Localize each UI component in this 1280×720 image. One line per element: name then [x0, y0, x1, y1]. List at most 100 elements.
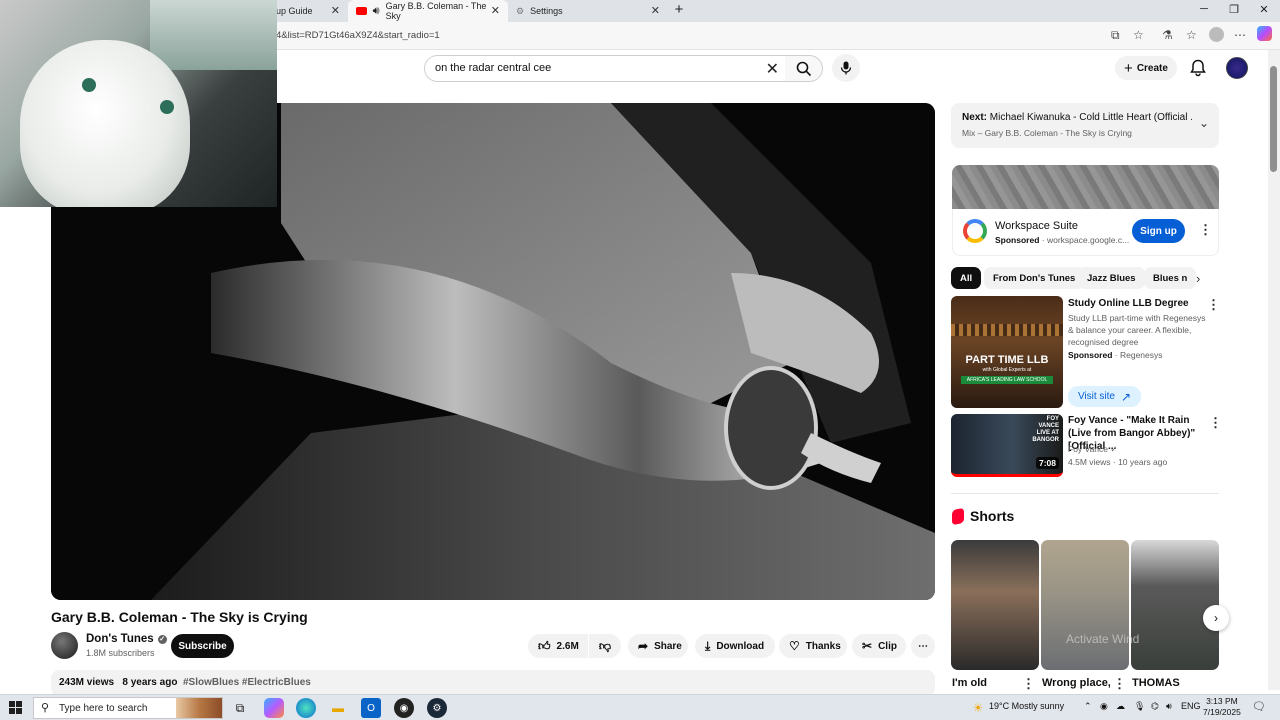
tray-app-icon[interactable]: ◉ — [1100, 701, 1108, 712]
close-window-icon[interactable]: ✕ — [1249, 3, 1279, 16]
short-title-3[interactable]: THOMAS — [1132, 677, 1180, 689]
channel-avatar[interactable] — [51, 632, 78, 659]
ad-title[interactable]: Workspace Suite — [995, 220, 1078, 232]
favorite-star-icon[interactable]: ☆ — [1133, 28, 1144, 42]
chip-from-channel[interactable]: From Don's Tunes — [984, 267, 1085, 289]
app-circle-icon[interactable]: ◉ — [394, 698, 414, 718]
ad-banner-image[interactable] — [952, 165, 1219, 209]
close-icon[interactable]: ✕ — [331, 4, 340, 17]
more-vertical-icon[interactable]: ⋮ — [1207, 297, 1220, 313]
outlook-icon[interactable]: O — [361, 698, 381, 718]
ad-card[interactable]: Workspace Suite Sponsored · workspace.go… — [952, 209, 1219, 256]
short-thumbnail-1[interactable] — [951, 540, 1039, 670]
weather-text[interactable]: 19°C Mostly sunny — [989, 701, 1064, 711]
list-item-foy-vance[interactable]: FOY VANCE LIVE AT BANGOR 7:08 Foy Vance … — [951, 414, 1222, 477]
tray-network-icon[interactable]: ⌬ — [1151, 701, 1159, 712]
speaker-icon[interactable]: 🔊︎ — [373, 5, 380, 18]
chip-blues[interactable]: Blues n — [1144, 267, 1197, 289]
short-thumbnail-2[interactable] — [1041, 540, 1129, 670]
extensions-icon[interactable]: ⚗ — [1162, 28, 1173, 42]
tab-guide[interactable]: up Guide ✕ — [268, 0, 348, 22]
shorts-next-button[interactable]: › — [1203, 605, 1229, 631]
copilot-icon[interactable] — [1257, 26, 1272, 41]
edge-browser-icon[interactable] — [296, 698, 316, 718]
reader-view-icon[interactable]: ⧉ — [1111, 28, 1120, 43]
more-actions-button[interactable]: ⋯ — [911, 634, 935, 658]
tray-volume-icon[interactable]: 🔊︎ — [1166, 701, 1172, 712]
account-avatar[interactable] — [1226, 57, 1248, 79]
rec-channel[interactable]: Foy Vance ✓ — [1068, 443, 1118, 455]
youtube-favicon-icon — [356, 7, 367, 15]
restore-icon[interactable]: ❐ — [1219, 3, 1249, 16]
address-bar-url[interactable]: 4&list=RD71Gt46aX9Z4&start_radio=1 — [276, 30, 440, 41]
hashtags[interactable]: #SlowBlues #ElectricBlues — [183, 677, 311, 688]
create-button[interactable]: + Create — [1115, 56, 1177, 80]
subscribe-button[interactable]: Subscribe — [171, 634, 234, 658]
channel-name[interactable]: Don's Tunes ✓ — [86, 633, 167, 645]
rec-meta: 4.5M views · 10 years ago — [1068, 457, 1168, 467]
more-vertical-icon[interactable]: ⋮ — [1113, 676, 1126, 692]
description-box[interactable]: 243M views 8 years ago #SlowBlues #Elect… — [51, 670, 935, 696]
chip-jazz-blues[interactable]: Jazz Blues — [1078, 267, 1145, 289]
visit-site-button[interactable]: Visit site ↗ — [1068, 386, 1141, 407]
voice-search-button[interactable] — [832, 54, 860, 82]
like-button[interactable]: 👍︎ 2.6M — [528, 634, 588, 658]
short-title-2[interactable]: Wrong place, — [1042, 677, 1111, 689]
chip-all[interactable]: All — [951, 267, 982, 289]
short-title-1[interactable]: I'm old — [952, 677, 987, 689]
foy-vance-thumbnail[interactable]: FOY VANCE LIVE AT BANGOR 7:08 — [951, 414, 1063, 477]
tray-mic-icon[interactable]: 🎙︎ — [1134, 701, 1145, 712]
steam-icon[interactable]: ⚙ — [427, 698, 447, 718]
thumb-banner: AFRICA'S LEADING LAW SCHOOL — [961, 376, 1053, 384]
tab-settings[interactable]: ⚙ Settings ✕ — [508, 0, 668, 22]
notification-center-icon[interactable]: 🗨︎ — [1252, 700, 1266, 713]
thanks-button[interactable]: ♡ Thanks — [779, 634, 847, 658]
view-count: 243M views — [59, 677, 115, 688]
list-item-sponsored-llb[interactable]: PART TIME LLB with Global Experts at AFR… — [951, 296, 1220, 408]
tray-cloud-icon[interactable]: ☁ — [1116, 701, 1125, 712]
sign-up-button[interactable]: Sign up — [1132, 219, 1185, 243]
taskbar-clock[interactable]: 3:13 PM 7/19/2025 — [1203, 696, 1241, 718]
minimize-icon[interactable]: ─ — [1189, 3, 1219, 15]
new-tab-button[interactable]: + — [664, 1, 694, 18]
close-icon[interactable]: ✕ — [651, 4, 660, 17]
scrollbar-thumb[interactable] — [1270, 66, 1277, 172]
tab-youtube-video[interactable]: 🔊︎ Gary B.B. Coleman - The Sky ✕ — [348, 0, 508, 22]
search-button[interactable] — [785, 55, 823, 82]
chevron-right-icon[interactable]: › — [1196, 271, 1200, 286]
more-vertical-icon[interactable]: ⋮ — [1022, 676, 1035, 692]
taskbar-search-placeholder: Type here to search — [59, 702, 148, 714]
collections-icon[interactable]: ☆ — [1186, 28, 1197, 42]
llb-thumbnail[interactable]: PART TIME LLB with Global Experts at AFR… — [951, 296, 1063, 408]
short-thumbnail-3[interactable] — [1131, 540, 1219, 670]
tray-chevron-up-icon[interactable]: ⌃ — [1084, 701, 1092, 712]
close-icon[interactable]: ✕ — [491, 4, 500, 17]
person-white-cap — [20, 40, 190, 207]
profile-icon[interactable] — [1209, 27, 1224, 42]
clear-search-icon[interactable]: ✕ — [766, 59, 779, 79]
thumb-text: FOY VANCE LIVE AT BANGOR — [1032, 416, 1059, 443]
share-button[interactable]: ➦ Share — [628, 634, 688, 658]
windows-taskbar: ⚲ Type here to search ⧉ ▬ O ◉ ⚙ ☀ 19°C M… — [0, 694, 1280, 720]
copilot-taskbar-icon[interactable] — [264, 698, 284, 718]
more-menu-icon[interactable]: ⋯ — [1234, 28, 1246, 42]
rec-title[interactable]: Study Online LLB Degree — [1068, 297, 1202, 310]
input-language[interactable]: ENG — [1181, 701, 1201, 711]
chevron-down-icon[interactable]: ⌄ — [1199, 116, 1209, 130]
task-view-icon[interactable]: ⧉ — [230, 698, 250, 718]
clip-button[interactable]: ✂ Clip — [852, 634, 906, 658]
weather-sun-icon[interactable]: ☀ — [968, 698, 988, 718]
file-explorer-icon[interactable]: ▬ — [328, 698, 348, 718]
video-meta: 243M views 8 years ago #SlowBlues #Elect… — [59, 677, 311, 688]
windows-start-icon[interactable] — [9, 701, 22, 714]
taskbar-search-box[interactable]: ⚲ Type here to search — [33, 697, 223, 719]
rec-channel-name: Foy Vance — [1068, 444, 1109, 454]
notifications-bell-icon[interactable] — [1188, 58, 1208, 78]
more-vertical-icon[interactable]: ⋮ — [1199, 222, 1212, 238]
download-button[interactable]: ⤓ Download — [695, 634, 775, 658]
playlist-next-panel[interactable]: Next: Michael Kiwanuka - Cold Little Hea… — [951, 103, 1219, 148]
search-input[interactable]: on the radar central cee ✕ — [424, 55, 786, 82]
more-vertical-icon[interactable]: ⋮ — [1209, 415, 1222, 431]
verified-check-icon: ✓ — [157, 634, 167, 644]
dislike-button[interactable]: 👎︎ — [589, 634, 621, 658]
